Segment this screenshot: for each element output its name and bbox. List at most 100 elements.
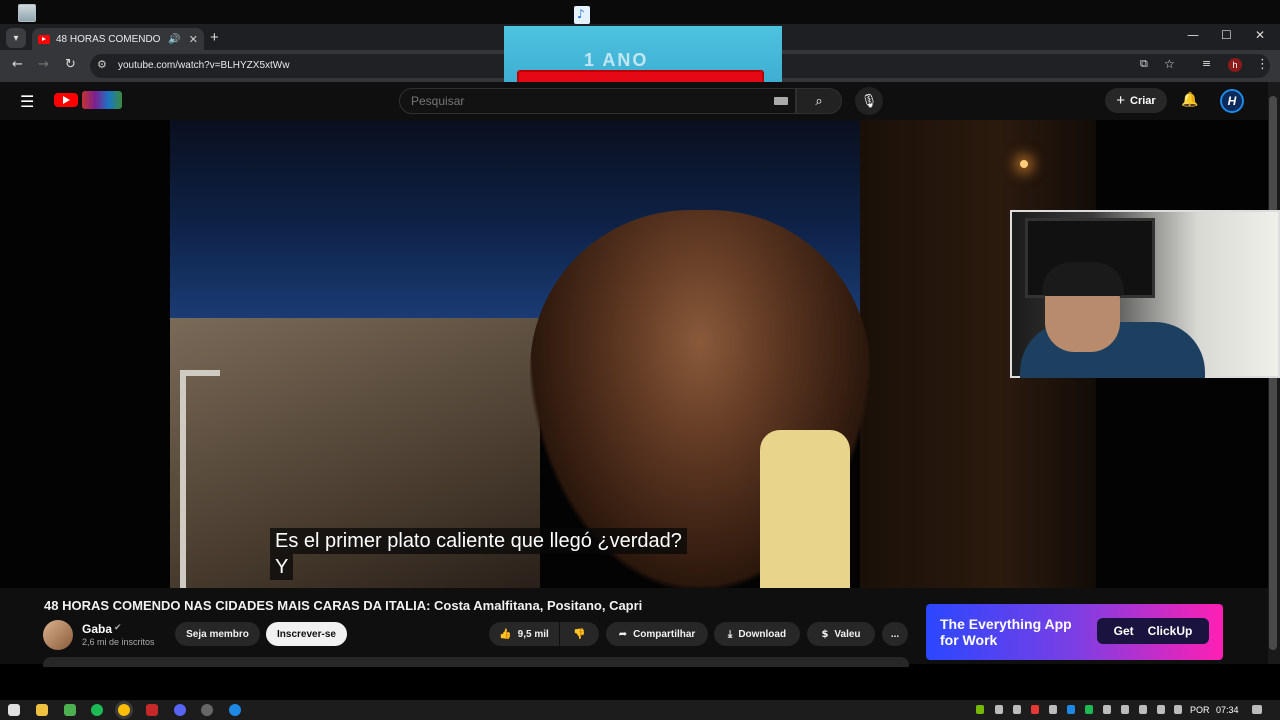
download-label: Download xyxy=(738,628,787,640)
channel-name[interactable]: Gaba xyxy=(82,622,112,636)
notifications-bell-icon[interactable]: 🔔 xyxy=(1181,92,1198,108)
thanks-label: Valeu xyxy=(834,628,861,640)
create-label: Criar xyxy=(1130,94,1156,107)
start-windows-icon[interactable] xyxy=(8,704,20,716)
tab-title: 48 HORAS COMENDO NAS CIDADES MAIS CARAS … xyxy=(56,33,162,45)
youtube-logo[interactable] xyxy=(54,93,78,107)
join-button[interactable]: Seja membro xyxy=(175,622,260,646)
discord-icon[interactable] xyxy=(174,704,186,716)
hamburger-menu-icon[interactable]: ☰ xyxy=(20,92,34,111)
webcam-person-headset xyxy=(1042,262,1124,296)
subtitle-line-2: Y xyxy=(270,554,294,580)
more-icon: ... xyxy=(890,628,900,640)
verified-badge-icon: ✔ xyxy=(114,623,122,633)
youtube-doodle-logo[interactable] xyxy=(82,91,122,109)
share-arrow-icon: ➦ xyxy=(618,628,628,640)
browser-app-icon[interactable] xyxy=(229,704,241,716)
thumbs-down-icon: 👎 xyxy=(573,628,586,640)
description-box[interactable] xyxy=(43,657,909,667)
game-app-icon[interactable] xyxy=(64,704,76,716)
ad-line-2: for Work xyxy=(940,632,998,648)
search-button[interactable]: ⌕ xyxy=(796,88,842,114)
file-explorer-icon[interactable] xyxy=(36,704,48,716)
site-info-icon[interactable]: ⚙ xyxy=(97,58,107,71)
tab-close-icon[interactable]: ✕ xyxy=(189,33,198,46)
subscriber-count: 2,6 mi de inscritos xyxy=(82,637,155,647)
share-label: Compartilhar xyxy=(633,628,696,640)
more-actions-button[interactable]: ... xyxy=(882,622,908,646)
nvidia-tray-icon[interactable] xyxy=(976,705,984,714)
language-indicator[interactable]: POR xyxy=(1190,705,1210,715)
microphone-tray-icon[interactable] xyxy=(1121,705,1129,714)
ad-cta-button[interactable]: Get ClickUp xyxy=(1097,618,1209,644)
account-avatar[interactable]: H xyxy=(1220,89,1244,113)
network-tray-icon[interactable] xyxy=(1013,705,1021,714)
music-file-icon[interactable] xyxy=(574,6,590,24)
forward-arrow-icon[interactable]: → xyxy=(38,57,49,72)
plus-icon: + xyxy=(1116,92,1126,109)
app-tray-icon[interactable] xyxy=(1031,705,1039,714)
headset-tray-icon[interactable] xyxy=(995,705,1003,714)
clock[interactable]: 07:34 xyxy=(1216,705,1239,715)
cast-icon[interactable]: ⧉ xyxy=(1140,57,1148,71)
new-tab-button[interactable]: + xyxy=(210,29,219,46)
maximize-button[interactable]: ☐ xyxy=(1221,28,1232,42)
subscribe-label: Inscrever-se xyxy=(277,628,336,640)
video-title: 48 HORAS COMENDO NAS CIDADES MAIS CARAS … xyxy=(44,598,643,613)
recorder-app-icon[interactable] xyxy=(146,704,158,716)
spotify-tray-icon[interactable] xyxy=(1085,705,1093,714)
media-queue-icon[interactable]: ≡ xyxy=(1202,57,1211,70)
chrome-icon[interactable] xyxy=(118,704,130,716)
like-count: 9,5 mil xyxy=(517,628,549,640)
usb-tray-icon[interactable] xyxy=(1139,705,1147,714)
audio-playing-icon[interactable]: 🔊 xyxy=(168,34,180,45)
profile-avatar[interactable]: h xyxy=(1228,58,1242,72)
video-frame-lamp xyxy=(1020,160,1028,168)
bookmark-star-icon[interactable]: ☆ xyxy=(1164,57,1175,71)
video-frame-railing xyxy=(180,370,220,588)
keyboard-icon[interactable] xyxy=(774,97,788,105)
browser-menu-icon[interactable]: ⋮ xyxy=(1256,57,1269,72)
youtube-favicon-icon xyxy=(38,34,50,44)
url-text[interactable]: youtube.com/watch?v=BLHYZX5xtWw xyxy=(118,60,289,71)
share-button[interactable]: ➦ Compartilhar xyxy=(606,622,708,646)
ad-cta-brand: ClickUp xyxy=(1147,624,1193,638)
like-button[interactable]: 👍 9,5 mil xyxy=(489,622,559,646)
overlay-text: 1 ANO xyxy=(584,50,649,70)
dislike-button[interactable]: 👎 xyxy=(560,622,599,646)
ad-headline: The Everything App for Work xyxy=(940,616,1072,648)
notification-center-icon[interactable] xyxy=(1252,705,1262,714)
super-thanks-icon: $ xyxy=(821,628,829,640)
search-icon: ⌕ xyxy=(815,93,823,109)
recycle-bin-icon[interactable] xyxy=(18,4,36,22)
desktop-background xyxy=(0,0,1280,24)
voice-search-button[interactable]: 🎙 xyxy=(855,87,883,115)
volume-tray-icon[interactable] xyxy=(1174,705,1182,714)
subscribe-button[interactable]: Inscrever-se xyxy=(266,622,347,646)
tab-search-chevron-icon[interactable]: ▾ xyxy=(6,28,26,48)
video-subtitles: Es el primer plato caliente que llegó ¿v… xyxy=(270,528,687,580)
steam-tray-icon[interactable] xyxy=(1049,705,1057,714)
channel-avatar[interactable] xyxy=(43,620,73,650)
download-button[interactable]: ⤓ Download xyxy=(714,622,800,646)
subtitle-line-1: Es el primer plato caliente que llegó ¿v… xyxy=(270,528,687,554)
create-button[interactable]: + Criar xyxy=(1105,88,1167,113)
video-frame-clothing xyxy=(760,430,850,588)
obs-icon[interactable] xyxy=(201,704,213,716)
thanks-button[interactable]: $ Valeu xyxy=(807,622,875,646)
wifi-tray-icon[interactable] xyxy=(1157,705,1165,714)
search-input[interactable] xyxy=(411,94,751,108)
reload-icon[interactable]: ↻ xyxy=(65,57,76,72)
microphone-icon: 🎙 xyxy=(860,93,878,109)
thumbs-up-icon: 👍 xyxy=(499,628,512,640)
back-arrow-icon[interactable]: ← xyxy=(12,57,23,72)
minimize-button[interactable]: — xyxy=(1187,28,1199,42)
ad-line-1: The Everything App xyxy=(940,616,1072,632)
chat-tray-icon[interactable] xyxy=(1103,705,1111,714)
spotify-icon[interactable] xyxy=(91,704,103,716)
close-window-button[interactable]: ✕ xyxy=(1255,28,1265,42)
download-icon: ⤓ xyxy=(727,628,733,640)
join-label: Seja membro xyxy=(186,628,249,640)
browser-tab-active[interactable]: 48 HORAS COMENDO NAS CIDADES MAIS CARAS … xyxy=(32,28,204,50)
app2-tray-icon[interactable] xyxy=(1067,705,1075,714)
